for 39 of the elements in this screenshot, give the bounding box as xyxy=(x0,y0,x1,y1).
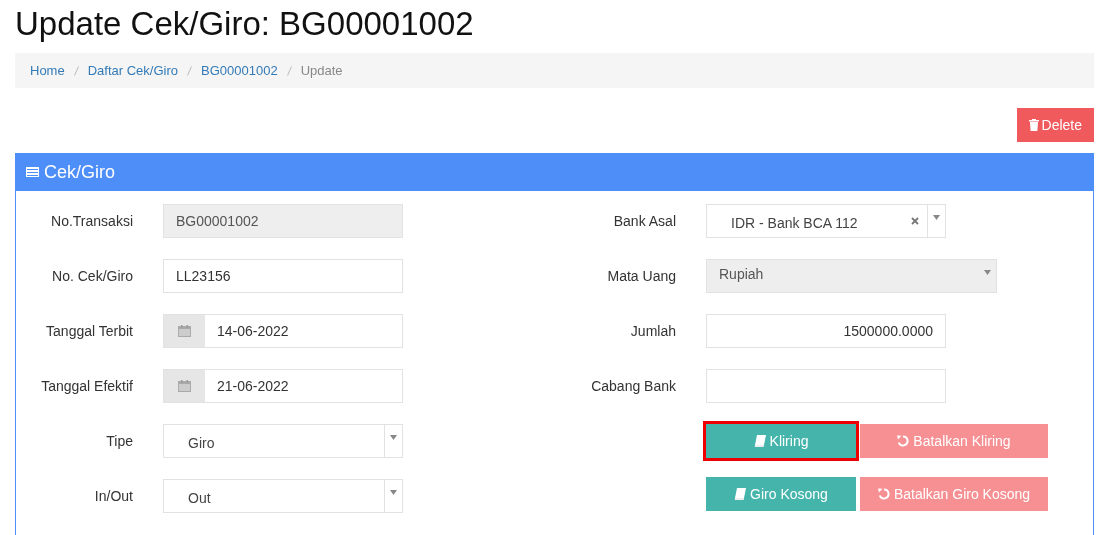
separator-icon xyxy=(286,65,292,76)
calendar-icon xyxy=(178,380,191,392)
list-icon xyxy=(26,167,39,177)
text-input[interactable]: LL23156 xyxy=(163,259,403,293)
field-label: Tanggal Efektif xyxy=(40,376,133,396)
book-icon xyxy=(734,488,747,500)
caret-icon xyxy=(390,490,397,495)
select-field[interactable]: Out xyxy=(163,479,403,513)
field-label: No. Cek/Giro xyxy=(51,266,133,286)
field-label: Jumlah xyxy=(629,321,676,341)
field-label: Tanggal Terbit xyxy=(45,321,133,341)
field-label: In/Out xyxy=(93,486,133,506)
trash-icon xyxy=(1028,119,1039,131)
breadcrumb-link[interactable]: BG00001002 xyxy=(201,60,278,81)
field-label: Mata Uang xyxy=(606,266,676,286)
calendar-icon xyxy=(178,325,191,337)
undo-icon xyxy=(877,488,890,500)
clear-icon[interactable] xyxy=(911,217,919,225)
field-label: Bank Asal xyxy=(612,211,676,231)
page-title: Update Cek/Giro: BG00001002 xyxy=(15,4,475,44)
text-input[interactable] xyxy=(706,369,946,403)
panel-title: Cek/Giro xyxy=(44,160,115,184)
select-field[interactable]: IDR - Bank BCA 112 xyxy=(706,204,946,238)
field-label: Cabang Bank xyxy=(590,376,676,396)
breadcrumb-link[interactable]: Daftar Cek/Giro xyxy=(87,60,178,81)
date-field[interactable]: 21-06-2022 xyxy=(163,369,403,403)
select-field[interactable]: Giro xyxy=(163,424,403,458)
separator-icon xyxy=(187,65,192,76)
undo-icon xyxy=(897,435,910,447)
caret-icon xyxy=(983,270,991,275)
breadcrumb-link[interactable]: Home xyxy=(30,60,65,81)
caret-icon xyxy=(933,215,940,220)
book-icon xyxy=(753,435,766,447)
field-label: Tipe xyxy=(105,431,133,451)
text-input[interactable]: 1500000.0000 xyxy=(706,314,946,348)
field-label: No.Transaksi xyxy=(50,211,133,231)
separator-icon xyxy=(73,65,79,76)
date-field[interactable]: 14-06-2022 xyxy=(163,314,403,348)
caret-icon xyxy=(390,435,397,440)
